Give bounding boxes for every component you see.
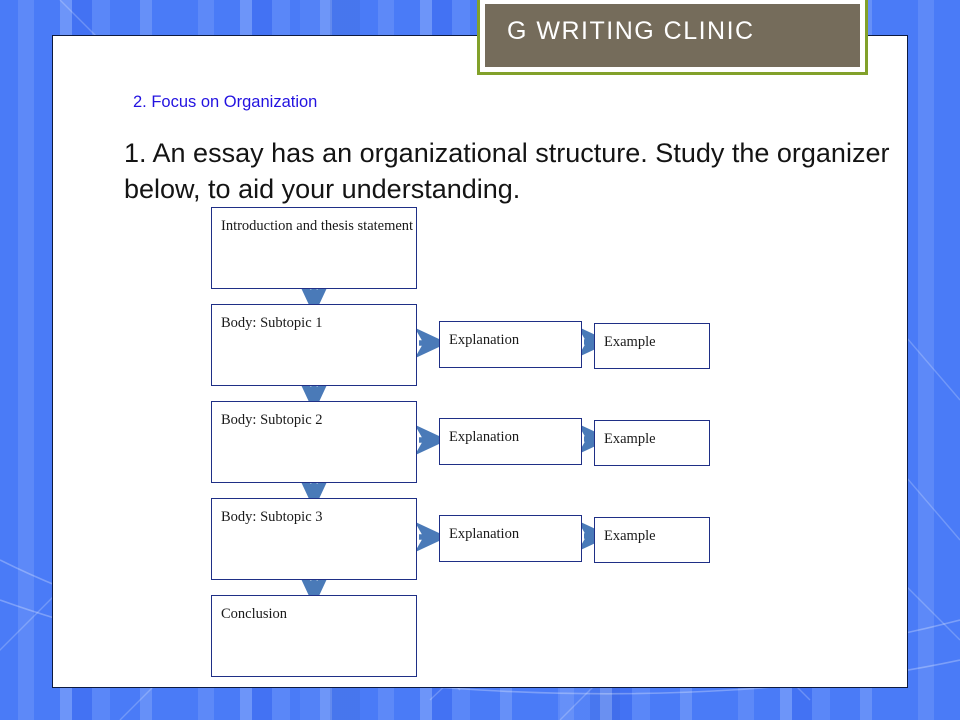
node-conclusion-label: Conclusion bbox=[221, 606, 288, 622]
node-introduction-label: Introduction and thesis statement bbox=[221, 218, 414, 234]
node-example-1[interactable]: Example bbox=[594, 323, 710, 369]
node-explanation-1[interactable]: Explanation bbox=[439, 321, 582, 368]
node-example-3-label: Example bbox=[604, 528, 656, 544]
node-explanation-2[interactable]: Explanation bbox=[439, 418, 582, 465]
node-explanation-3[interactable]: Explanation bbox=[439, 515, 582, 562]
node-conclusion[interactable]: Conclusion bbox=[211, 595, 417, 677]
node-body-subtopic-3[interactable]: Body: Subtopic 3 bbox=[211, 498, 417, 580]
slide-title-banner: G WRITING CLINIC bbox=[477, 0, 868, 75]
node-body-subtopic-1-label: Body: Subtopic 1 bbox=[221, 315, 323, 331]
node-example-2-label: Example bbox=[604, 431, 656, 447]
essay-structure-diagram: Introduction and thesis statement Body: … bbox=[53, 36, 909, 689]
node-body-subtopic-2[interactable]: Body: Subtopic 2 bbox=[211, 401, 417, 483]
node-example-1-label: Example bbox=[604, 334, 656, 350]
node-explanation-3-label: Explanation bbox=[449, 526, 520, 542]
content-panel: 2. Focus on Organization 1. An essay has… bbox=[52, 35, 908, 688]
node-example-2[interactable]: Example bbox=[594, 420, 710, 466]
slide-title: G WRITING CLINIC bbox=[507, 17, 755, 45]
node-body-subtopic-2-label: Body: Subtopic 2 bbox=[221, 412, 323, 428]
node-body-subtopic-1[interactable]: Body: Subtopic 1 bbox=[211, 304, 417, 386]
slide-title-banner-fill: G WRITING CLINIC bbox=[485, 4, 860, 67]
node-example-3[interactable]: Example bbox=[594, 517, 710, 563]
node-explanation-1-label: Explanation bbox=[449, 332, 520, 348]
node-explanation-2-label: Explanation bbox=[449, 429, 520, 445]
node-introduction[interactable]: Introduction and thesis statement bbox=[211, 207, 417, 289]
node-body-subtopic-3-label: Body: Subtopic 3 bbox=[221, 509, 323, 525]
